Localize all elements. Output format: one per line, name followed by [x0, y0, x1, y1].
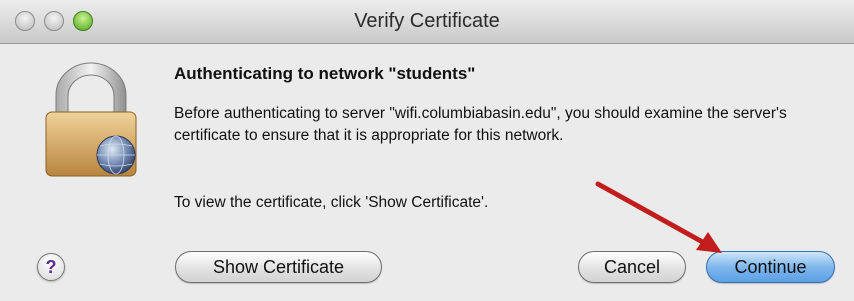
help-button[interactable]: ?: [37, 253, 65, 281]
verify-certificate-window: Verify Certificate Authenticating to net…: [0, 0, 854, 301]
show-certificate-button[interactable]: Show Certificate: [175, 251, 382, 283]
globe-icon: [96, 135, 136, 175]
lock-icon: [45, 62, 137, 177]
title-bar: Verify Certificate: [0, 0, 854, 44]
dialog-heading: Authenticating to network "students": [174, 64, 476, 83]
continue-button[interactable]: Continue: [706, 251, 835, 283]
cancel-button[interactable]: Cancel: [578, 251, 686, 283]
window-title: Verify Certificate: [354, 10, 500, 32]
dialog-instruction: To view the certificate, click 'Show Cer…: [174, 194, 489, 211]
dialog-message: Before authenticating to server "wifi.co…: [174, 105, 787, 144]
